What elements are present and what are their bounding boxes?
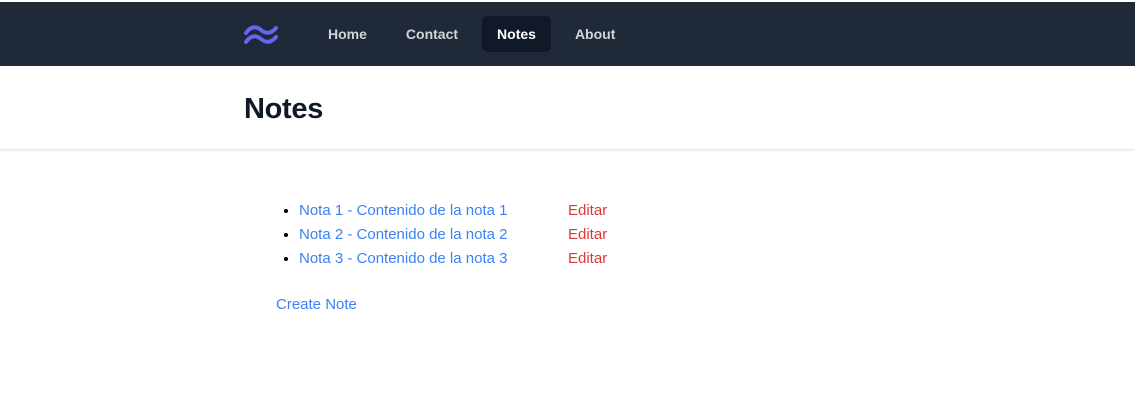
nav-link-about[interactable]: About	[560, 16, 630, 52]
list-item: Nota 3 - Contenido de la nota 3Editar	[299, 247, 607, 271]
notes-list: Nota 1 - Contenido de la nota 1Editar No…	[299, 199, 607, 271]
list-item: Nota 2 - Contenido de la nota 2Editar	[299, 223, 607, 247]
nav-link-contact[interactable]: Contact	[391, 16, 473, 52]
note-link[interactable]: Nota 1 - Contenido de la nota 1	[299, 199, 568, 223]
navbar: Home Contact Notes About	[0, 2, 1135, 66]
page-header: Notes	[0, 66, 1135, 150]
note-link[interactable]: Nota 3 - Contenido de la nota 3	[299, 247, 568, 271]
note-link[interactable]: Nota 2 - Contenido de la nota 2	[299, 223, 568, 247]
list-item: Nota 1 - Contenido de la nota 1Editar	[299, 199, 607, 223]
edit-link[interactable]: Editar	[568, 250, 607, 267]
nav-link-home[interactable]: Home	[313, 16, 382, 52]
edit-link[interactable]: Editar	[568, 226, 607, 243]
create-note-link[interactable]: Create Note	[276, 296, 357, 313]
edit-link[interactable]: Editar	[568, 202, 607, 219]
tailwind-wave-icon	[244, 25, 278, 44]
nav-links: Home Contact Notes About	[313, 16, 639, 52]
page-title: Notes	[244, 93, 324, 125]
logo-icon[interactable]	[244, 24, 278, 46]
nav-link-notes[interactable]: Notes	[482, 16, 551, 52]
main-content: Nota 1 - Contenido de la nota 1Editar No…	[0, 150, 1135, 406]
